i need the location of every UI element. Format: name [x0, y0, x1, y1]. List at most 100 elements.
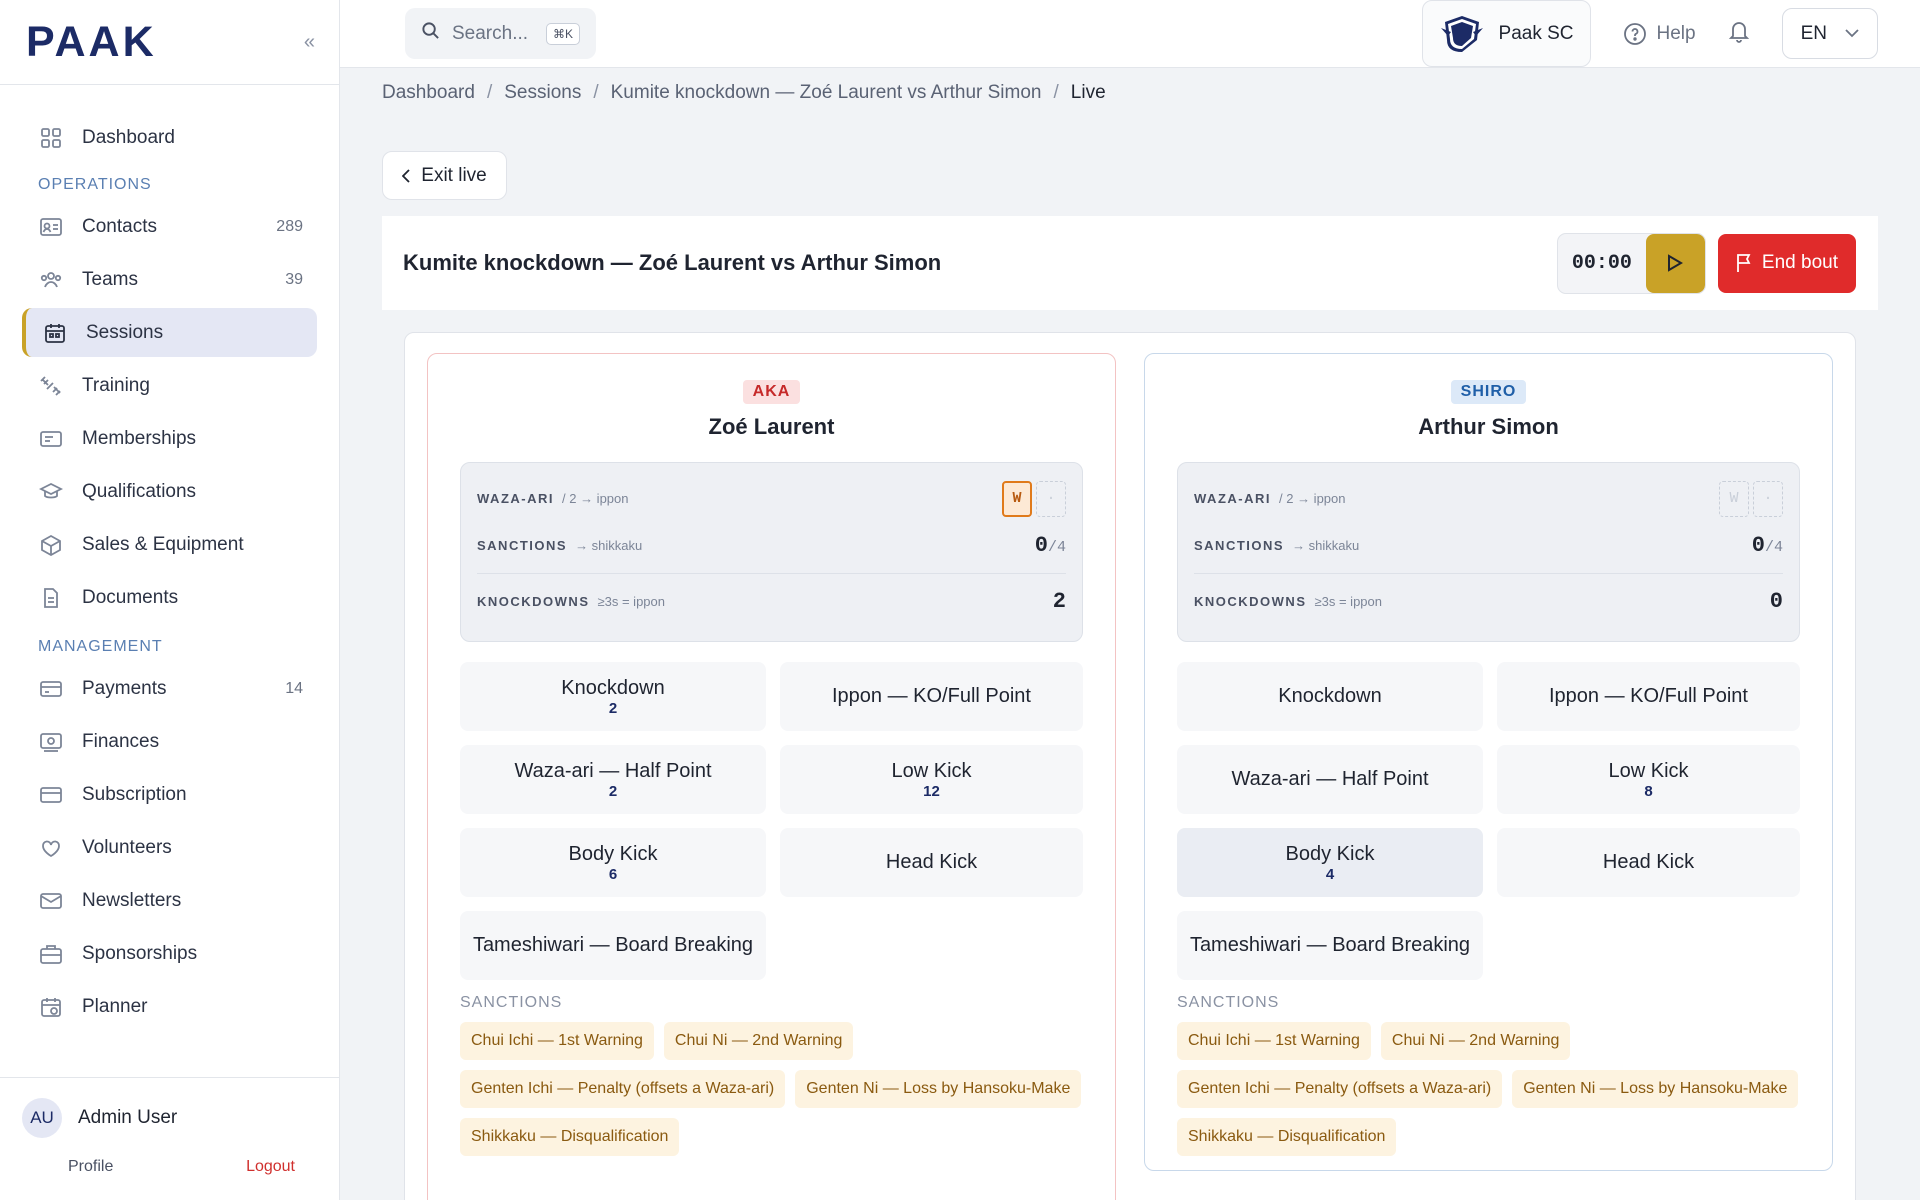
sanctions-max: /4	[1764, 539, 1783, 556]
aka-corner: AKA Zoé Laurent WAZA-ARI / 2 → ippon W · SANCT…	[427, 353, 1116, 1200]
sanction-chip[interactable]: Shikkaku — Disqualification	[1177, 1118, 1397, 1156]
content: Dashboard / Sessions / Kumite knockdown …	[340, 68, 1920, 1200]
planner-icon	[38, 994, 64, 1020]
technique-button-ippon-ko-full-point[interactable]: Ippon — KO/Full Point	[780, 662, 1083, 731]
exit-live-button[interactable]: Exit live	[382, 151, 507, 200]
knockdowns-label: KNOCKDOWNS	[477, 594, 590, 609]
waza-ari-label: WAZA-ARI	[477, 491, 554, 506]
sanction-chip[interactable]: Shikkaku — Disqualification	[460, 1118, 680, 1156]
technique-button-waza-ari-half-point[interactable]: Waza-ari — Half Point	[1177, 745, 1483, 814]
sanction-chip[interactable]: Chui Ni — 2nd Warning	[663, 1022, 854, 1060]
language-select[interactable]: EN	[1781, 8, 1878, 59]
technique-label: Knockdown	[561, 676, 665, 699]
sidebar-item-sessions[interactable]: Sessions	[22, 308, 317, 357]
sanction-chip[interactable]: Genten Ni — Loss by Hansoku-Make	[1512, 1070, 1799, 1108]
breadcrumb-session[interactable]: Kumite knockdown — Zoé Laurent vs Arthur…	[611, 82, 1042, 104]
sanctions-label: SANCTIONS	[477, 538, 568, 553]
avatar: AU	[22, 1098, 62, 1138]
sanction-chip[interactable]: Genten Ichi — Penalty (offsets a Waza-ar…	[460, 1070, 786, 1108]
sidebar-item-finances[interactable]: Finances	[22, 717, 317, 766]
sanction-chip[interactable]: Genten Ni — Loss by Hansoku-Make	[795, 1070, 1082, 1108]
sidebar-item-teams[interactable]: Teams 39	[22, 255, 317, 304]
breadcrumb-dashboard[interactable]: Dashboard	[382, 82, 475, 104]
sidebar-item-payments[interactable]: Payments 14	[22, 664, 317, 713]
sidebar-item-dashboard[interactable]: Dashboard	[22, 113, 317, 162]
end-bout-button[interactable]: End bout	[1717, 233, 1856, 293]
waza-ari-sub: / 2 → ippon	[562, 491, 629, 506]
waza-ari-slot[interactable]: ·	[1036, 480, 1066, 517]
sidebar-item-newsletters[interactable]: Newsletters	[22, 876, 317, 925]
fighter-name: Arthur Simon	[1418, 414, 1559, 439]
sanctions-max: /4	[1047, 539, 1066, 556]
technique-button-low-kick[interactable]: Low Kick 8	[1497, 745, 1800, 814]
sidebar-item-label: Qualifications	[82, 480, 197, 502]
sidebar-item-sales-equipment[interactable]: Sales & Equipment	[22, 520, 317, 569]
technique-button-head-kick[interactable]: Head Kick	[1497, 828, 1800, 897]
paak-logo[interactable]: PAAK	[26, 18, 157, 67]
waza-ari-slot[interactable]: W	[1719, 480, 1749, 517]
subscription-icon	[38, 782, 64, 808]
sidebar-item-planner[interactable]: Planner	[22, 982, 317, 1031]
sidebar-item-contacts[interactable]: Contacts 289	[22, 202, 317, 251]
technique-button-head-kick[interactable]: Head Kick	[780, 828, 1083, 897]
sidebar: PAAK « Dashboard OPERATIONS Contacts 289 T…	[0, 0, 340, 1200]
search-input[interactable]: Search... ⌘K	[405, 8, 596, 59]
sidebar-item-memberships[interactable]: Memberships	[22, 414, 317, 463]
sanction-chip[interactable]: Chui Ichi — 1st Warning	[460, 1022, 654, 1060]
sanctions-sub: → shikkaku	[575, 538, 643, 553]
search-shortcut: ⌘K	[545, 22, 580, 45]
sponsorships-icon	[38, 941, 64, 967]
knockdowns-count: 0	[1769, 589, 1783, 614]
end-bout-label: End bout	[1761, 252, 1838, 273]
technique-button-waza-ari-half-point[interactable]: Waza-ari — Half Point 2	[460, 745, 766, 814]
collapse-sidebar-icon[interactable]: «	[304, 31, 315, 54]
technique-button-body-kick[interactable]: Body Kick 4	[1177, 828, 1483, 897]
help-label: Help	[1656, 22, 1696, 44]
sanction-chip[interactable]: Chui Ni — 2nd Warning	[1380, 1022, 1571, 1060]
training-icon	[38, 373, 64, 399]
sidebar-item-training[interactable]: Training	[22, 361, 317, 410]
logout-link[interactable]: Logout	[246, 1158, 295, 1176]
play-icon	[1668, 254, 1684, 272]
breadcrumb-separator: /	[593, 82, 599, 103]
technique-button-ippon-ko-full-point[interactable]: Ippon — KO/Full Point	[1497, 662, 1800, 731]
technique-label: Tameshiwari — Board Breaking	[472, 934, 754, 956]
bell-icon[interactable]	[1728, 19, 1750, 49]
club-switcher[interactable]: Paak SC	[1421, 0, 1591, 67]
technique-button-low-kick[interactable]: Low Kick 12	[780, 745, 1083, 814]
knockdowns-label: KNOCKDOWNS	[1194, 594, 1307, 609]
memberships-icon	[38, 426, 64, 452]
sidebar-item-count: 14	[285, 679, 303, 697]
qualifications-icon	[38, 479, 64, 505]
technique-button-tameshiwari-board-breaking[interactable]: Tameshiwari — Board Breaking	[460, 911, 766, 980]
sidebar-item-documents[interactable]: Documents	[22, 573, 317, 622]
finances-icon	[38, 729, 64, 755]
play-button[interactable]	[1645, 233, 1705, 293]
waza-ari-slot[interactable]: W	[1002, 480, 1032, 517]
chevron-down-icon	[1845, 29, 1859, 38]
breadcrumb-sessions[interactable]: Sessions	[504, 82, 581, 104]
sidebar-item-subscription[interactable]: Subscription	[22, 770, 317, 819]
technique-button-tameshiwari-board-breaking[interactable]: Tameshiwari — Board Breaking	[1177, 911, 1483, 980]
waza-ari-sub: / 2 → ippon	[1279, 491, 1346, 506]
sanction-chip[interactable]: Genten Ichi — Penalty (offsets a Waza-ar…	[1177, 1070, 1503, 1108]
sidebar-item-volunteers[interactable]: Volunteers	[22, 823, 317, 872]
help-button[interactable]: Help	[1623, 22, 1696, 46]
technique-button-body-kick[interactable]: Body Kick 6	[460, 828, 766, 897]
technique-count: 8	[1644, 782, 1653, 800]
sanction-chip[interactable]: Chui Ichi — 1st Warning	[1177, 1022, 1371, 1060]
profile-link[interactable]: Profile	[68, 1158, 113, 1176]
knockdowns-count: 2	[1052, 589, 1066, 614]
volunteers-icon	[38, 835, 64, 861]
sidebar-item-label: Payments	[82, 677, 167, 699]
technique-button-knockdown[interactable]: Knockdown 2	[460, 662, 766, 731]
sidebar-item-label: Sessions	[86, 321, 164, 343]
technique-label: Knockdown	[1278, 685, 1382, 707]
technique-button-knockdown[interactable]: Knockdown	[1177, 662, 1483, 731]
technique-label: Waza-ari — Half Point	[1231, 768, 1429, 790]
logo-row: PAAK «	[0, 0, 339, 85]
sidebar-item-sponsorships[interactable]: Sponsorships	[22, 929, 317, 978]
sidebar-item-qualifications[interactable]: Qualifications	[22, 467, 317, 516]
waza-ari-slot[interactable]: ·	[1753, 480, 1783, 517]
user-row[interactable]: AU Admin User	[22, 1098, 317, 1138]
